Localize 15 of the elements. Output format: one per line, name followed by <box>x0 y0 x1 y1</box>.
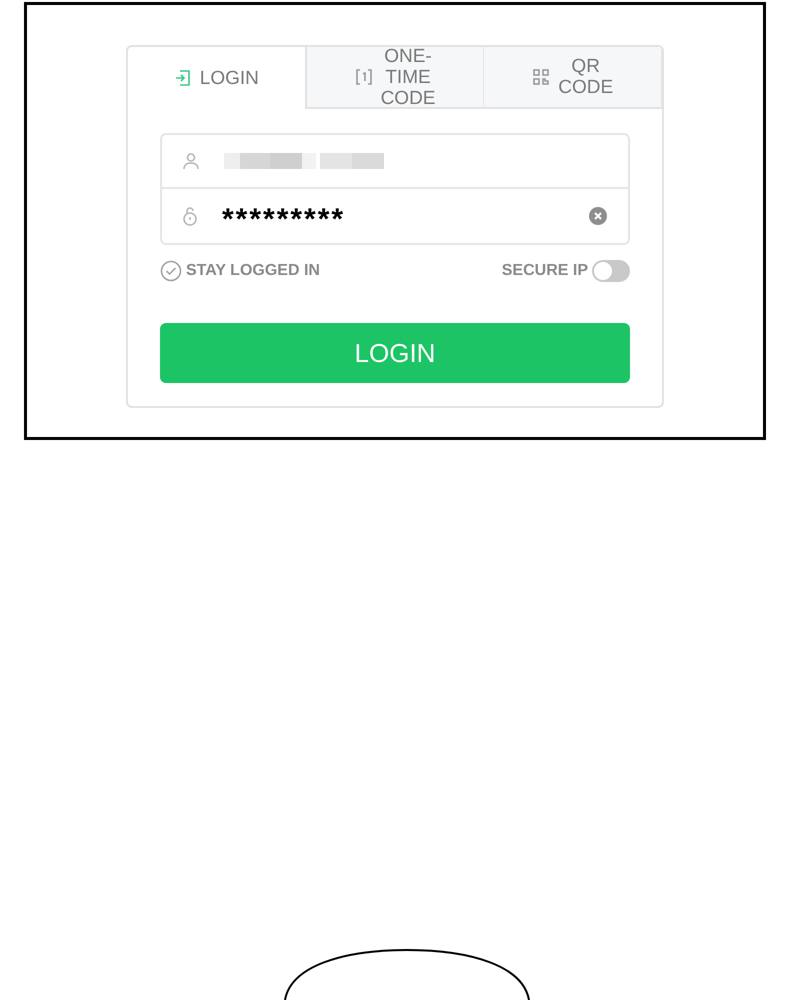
password-field[interactable]: ********* <box>162 189 628 243</box>
toggle-label: SECURE IP <box>502 261 588 281</box>
secure-ip-switch[interactable] <box>592 260 630 282</box>
person-icon <box>182 152 200 170</box>
login-button[interactable]: LOGIN <box>160 323 630 383</box>
password-value: ********* <box>222 202 346 235</box>
qr-code-icon <box>532 68 550 86</box>
clear-icon[interactable] <box>588 206 608 226</box>
tab[interactable]: ONE-TIME CODE <box>306 47 484 109</box>
lock-icon <box>182 206 198 226</box>
checkbox-label: STAY LOGGED IN <box>186 261 320 281</box>
tab[interactable]: QR CODE <box>484 47 662 109</box>
checkbox[interactable] <box>160 260 182 282</box>
sign-in-icon <box>174 69 192 87</box>
bracket-one-icon <box>354 68 373 86</box>
